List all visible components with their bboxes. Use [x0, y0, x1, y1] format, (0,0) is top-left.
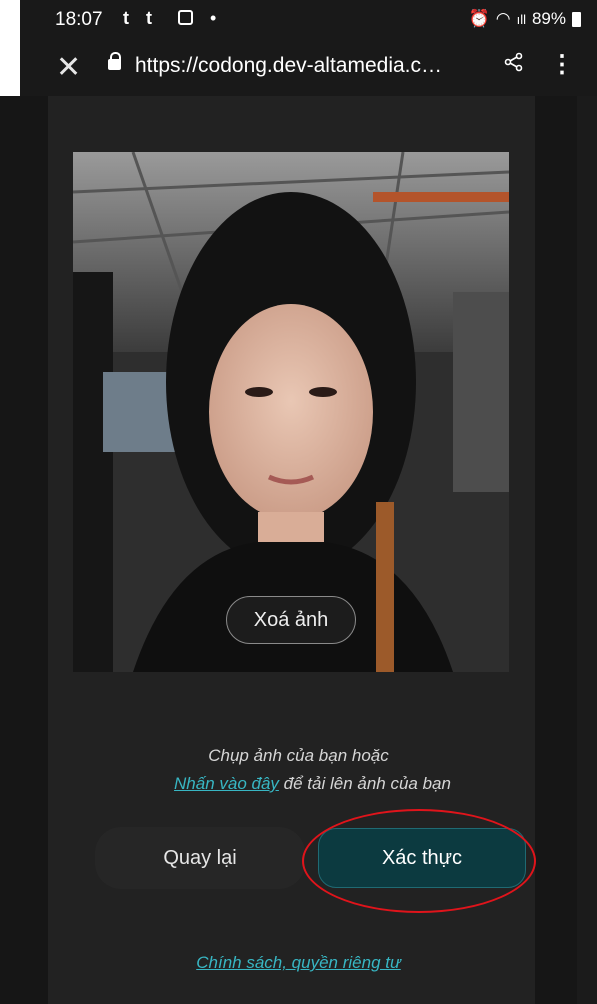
alarm-icon: ⏰: [468, 9, 490, 28]
status-time: 18:07: [55, 9, 103, 30]
wifi-icon: ◠: [495, 9, 511, 28]
delete-photo-button[interactable]: Xoá ảnh: [226, 596, 356, 644]
privacy-policy-link[interactable]: Chính sách, quyền riêng tư: [196, 953, 401, 972]
notification-icons: t t: [123, 8, 158, 28]
confirm-button[interactable]: Xác thực: [318, 828, 526, 888]
url-text[interactable]: https://codong.dev-altamedia.c…: [135, 54, 442, 78]
lock-icon[interactable]: [108, 52, 121, 70]
shopee-icon: [178, 10, 193, 25]
status-dot: •: [210, 8, 217, 28]
battery-level: 89%: [531, 9, 566, 28]
share-icon[interactable]: [504, 52, 524, 78]
page-margin-left: [0, 96, 48, 1004]
page-margin-right: [535, 96, 577, 1004]
upload-link[interactable]: Nhấn vào đây: [174, 774, 279, 793]
battery-icon: [572, 11, 581, 27]
back-button[interactable]: Quay lại: [95, 827, 305, 889]
more-vert-icon[interactable]: ⋮: [550, 50, 574, 79]
instruction-line-1: Chụp ảnh của bạn hoặc: [208, 746, 389, 765]
captured-photo: [73, 152, 509, 672]
instruction-line-2: Nhấn vào đây để tải lên ảnh của bạn: [14, 774, 597, 794]
signal-icon: ıll: [516, 11, 526, 27]
browser-toolbar: ✕ https://codong.dev-altamedia.c… ⋮: [20, 40, 597, 96]
close-icon[interactable]: ✕: [56, 50, 81, 85]
status-bar: 18:07 t t • ⏰ ◠ ıll 89%: [20, 0, 597, 40]
instruction-line-2-text: để tải lên ảnh của bạn: [278, 774, 451, 793]
privacy-policy-row: Chính sách, quyền riêng tư: [0, 953, 597, 973]
